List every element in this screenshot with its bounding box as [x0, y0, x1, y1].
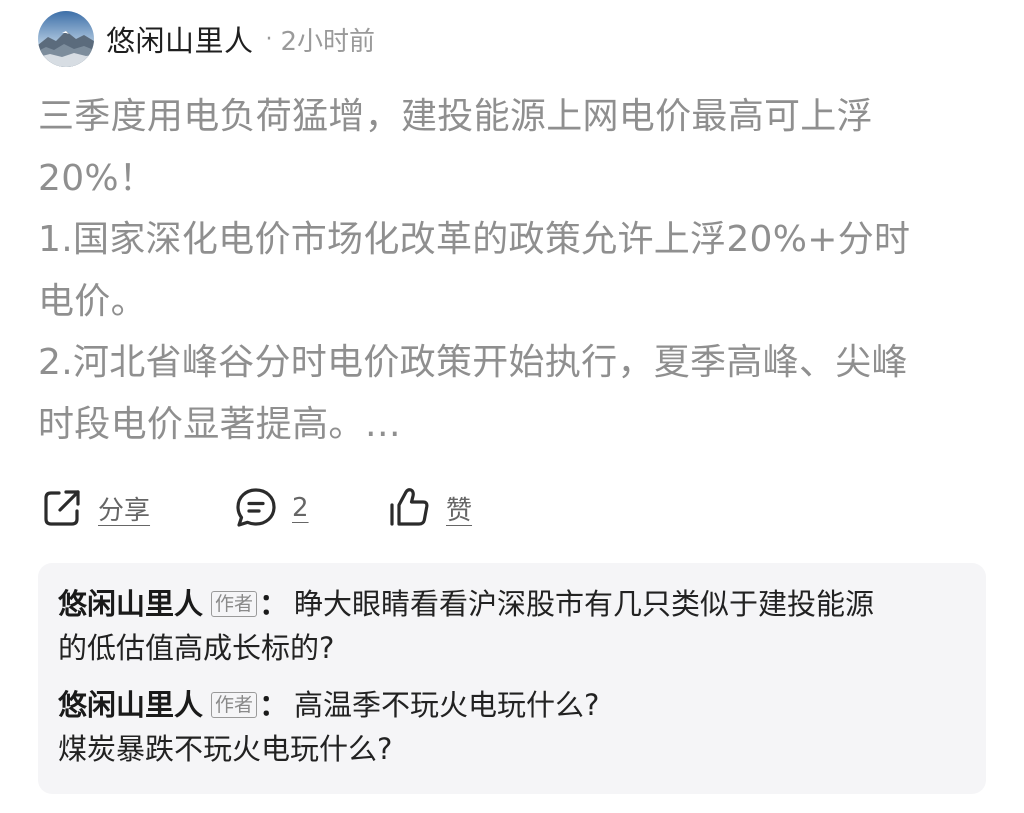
like-label: 赞	[446, 495, 473, 526]
comment-text-continued: 煤炭暴跌不玩火电玩什么?	[58, 732, 393, 766]
post-content[interactable]: 三季度用电负荷猛增，建投能源上网电价最高可上浮 20%！ 1.国家深化电价市场化…	[38, 86, 993, 455]
author-badge: 作者	[211, 591, 258, 617]
comment-item[interactable]: 悠闲山里人 作者：睁大眼睛看看沪深股市有几只类似于建投能源 的低估值高成长标的?	[58, 582, 973, 670]
post-line: 三季度用电负荷猛增，建投能源上网电价最高可上浮	[38, 96, 873, 137]
post-header: 悠闲山里人 · 2小时前	[38, 10, 375, 68]
comment-colon: ：	[259, 688, 289, 722]
comment-preview-box[interactable]: 悠闲山里人 作者：睁大眼睛看看沪深股市有几只类似于建投能源 的低估值高成长标的? …	[38, 563, 986, 794]
share-button[interactable]: 分享	[40, 482, 150, 534]
action-bar: 分享 2 赞	[40, 482, 640, 534]
comment-first-line: 悠闲山里人 作者：高温季不玩火电玩什么?	[58, 683, 973, 727]
like-button[interactable]: 赞	[388, 482, 472, 534]
comment-first-line: 悠闲山里人 作者：睁大眼睛看看沪深股市有几只类似于建投能源	[58, 582, 973, 626]
avatar[interactable]	[38, 11, 94, 67]
comment-author[interactable]: 悠闲山里人	[58, 587, 203, 621]
share-label: 分享	[98, 495, 151, 526]
post-line: 电价。	[38, 280, 147, 322]
mountain-landscape-icon	[38, 11, 94, 67]
comment-text: 高温季不玩火电玩什么?	[294, 688, 600, 722]
share-icon	[40, 486, 84, 530]
author-badge: 作者	[211, 692, 258, 718]
comment-button[interactable]: 2	[234, 482, 309, 534]
thumbs-up-icon	[388, 486, 432, 530]
post-time: 2小时前	[280, 26, 376, 57]
comment-text: 睁大眼睛看看沪深股市有几只类似于建投能源	[294, 587, 875, 621]
post-line: 1.国家深化电价市场化改革的政策允许上浮20%+分时	[38, 219, 911, 260]
comment-count: 2	[292, 493, 309, 523]
post-line: 2.河北省峰谷分时电价政策开始执行，夏季高峰、尖峰	[38, 342, 908, 383]
comment-item[interactable]: 悠闲山里人 作者：高温季不玩火电玩什么? 煤炭暴跌不玩火电玩什么?	[58, 683, 973, 771]
comment-text-continued: 的低估值高成长标的?	[58, 631, 335, 665]
author-name[interactable]: 悠闲山里人	[106, 18, 254, 60]
comment-colon: ：	[259, 587, 289, 621]
post-line: 20%！	[38, 157, 156, 199]
separator-dot: ·	[265, 26, 273, 52]
comment-icon	[234, 486, 278, 530]
comment-author[interactable]: 悠闲山里人	[58, 688, 203, 722]
post-line: 时段电价显著提高。…	[38, 403, 401, 445]
